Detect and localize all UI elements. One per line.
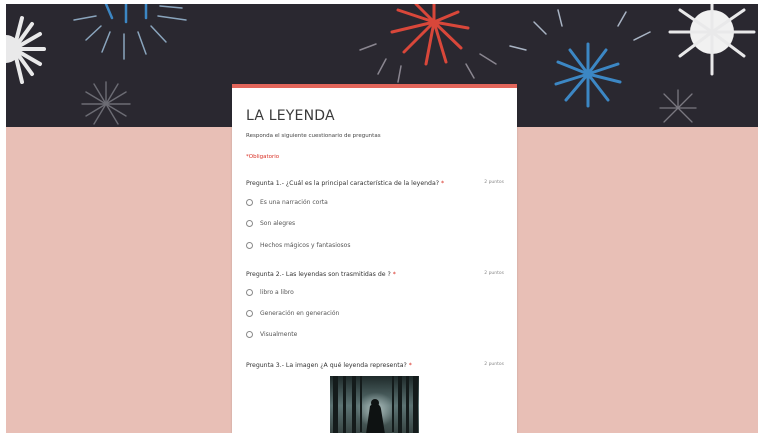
- white-burst-right: [668, 4, 756, 76]
- question-3: Pregunta 3.- La imagen ¿A qué leyenda re…: [246, 362, 506, 433]
- option-label: Generación en generación: [260, 310, 340, 317]
- form-description: Responda el siguiente cuestionario de pr…: [246, 133, 381, 139]
- radio-button[interactable]: [246, 289, 253, 296]
- grey-burst-bottom-left: [81, 81, 131, 125]
- radio-button[interactable]: [246, 220, 253, 227]
- question-2: Pregunta 2.- Las leyendas son trasmitida…: [246, 271, 506, 338]
- question-points: 2 puntos: [484, 362, 504, 367]
- form-card: LA LEYENDA Responda el siguiente cuestio…: [232, 84, 517, 433]
- option-1-2[interactable]: Son alegres: [246, 220, 295, 227]
- red-burst-center: [390, 4, 470, 66]
- question-1: Pregunta 1.- ¿Cuál es la principal carac…: [246, 180, 506, 249]
- grey-burst-bottom-right: [659, 89, 697, 123]
- option-label: Visualmente: [260, 331, 298, 338]
- required-star: *: [441, 180, 445, 187]
- question-points: 2 puntos: [484, 271, 504, 276]
- option-2-3[interactable]: Visualmente: [246, 331, 297, 338]
- option-label: libro a libro: [260, 289, 294, 296]
- question-title: Pregunta 3.- La imagen ¿A qué leyenda re…: [246, 362, 506, 369]
- question-points: 2 puntos: [484, 180, 504, 185]
- blue-burst-right: [554, 42, 622, 108]
- required-note: *Obligatorio: [246, 154, 280, 160]
- radio-button[interactable]: [246, 199, 253, 206]
- question-title-text: Pregunta 2.- Las leyendas son trasmitida…: [246, 271, 391, 278]
- grey-burst-right: [509, 9, 651, 51]
- page-background: LA LEYENDA Responda el siguiente cuestio…: [6, 4, 758, 433]
- blue-burst-top-left: [104, 4, 148, 24]
- radio-button[interactable]: [246, 310, 253, 317]
- question-title: Pregunta 1.- ¿Cuál es la principal carac…: [246, 180, 506, 187]
- required-star: *: [408, 362, 412, 369]
- option-label: Son alegres: [260, 220, 296, 227]
- option-1-3[interactable]: Hechos mágicos y fantasiosos: [246, 242, 350, 249]
- forest-woman-image: [330, 376, 419, 433]
- required-star: *: [392, 271, 396, 278]
- form-title: LA LEYENDA: [246, 108, 335, 124]
- question-title-text: Pregunta 3.- La imagen ¿A qué leyenda re…: [246, 362, 407, 369]
- option-label: Hechos mágicos y fantasiosos: [260, 242, 351, 249]
- option-2-1[interactable]: libro a libro: [246, 289, 294, 296]
- radio-button[interactable]: [246, 331, 253, 338]
- question-title: Pregunta 2.- Las leyendas son trasmitida…: [246, 271, 506, 278]
- option-label: Es una narración corta: [260, 199, 328, 206]
- option-1-1[interactable]: Es una narración corta: [246, 199, 328, 206]
- question-title-text: Pregunta 1.- ¿Cuál es la principal carac…: [246, 180, 440, 187]
- grey-burst-top-left: [73, 5, 187, 60]
- radio-button[interactable]: [246, 242, 253, 249]
- option-2-2[interactable]: Generación en generación: [246, 310, 339, 317]
